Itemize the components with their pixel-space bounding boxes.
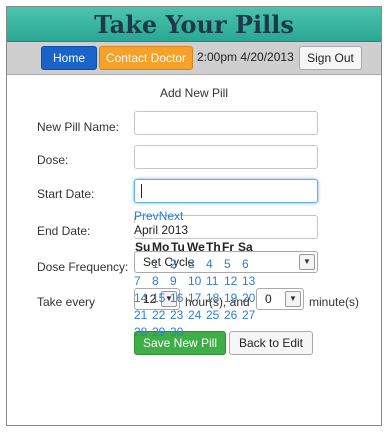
calendar-day[interactable]: 15 [152,291,165,305]
start-date-input[interactable] [134,179,318,203]
app-window: Take Your Pills Home Contact Doctor 2:00… [6,6,382,426]
calendar-next-link[interactable]: Next [159,209,184,223]
take-every-label: Take every [37,295,96,309]
app-title: Take Your Pills [94,10,294,39]
form-heading: Add New Pill [159,86,229,100]
dose-frequency-label: Dose Frequency: [37,260,129,274]
calendar-day[interactable]: 14 [134,291,147,305]
calendar-day[interactable]: 28 [134,325,147,339]
calendar-day[interactable]: 25 [206,308,219,322]
text-caret [141,184,142,198]
calendar-day[interactable]: 29 [152,325,165,339]
title-bar: Take Your Pills [7,7,381,42]
calendar-day[interactable]: 12 [224,274,237,288]
dose-label: Dose: [37,153,69,167]
pill-name-label: New Pill Name: [37,120,120,134]
weekday-label: Fr [222,240,234,254]
home-button[interactable]: Home [41,46,97,70]
dose-frequency-value: Set Cycle [143,255,195,269]
calendar-day[interactable]: 17 [188,291,201,305]
calendar-day[interactable]: 19 [224,291,237,305]
sign-out-button[interactable]: Sign Out [299,46,362,70]
weekday-label: Tu [171,240,185,254]
calendar-day[interactable]: 11 [206,274,218,288]
calendar-day[interactable]: 8 [152,274,159,288]
calendar-day[interactable]: 18 [206,291,219,305]
calendar-day[interactable]: 5 [224,257,231,271]
weekday-label: Sa [238,240,253,254]
calendar-day[interactable]: 24 [188,308,201,322]
current-datetime: 2:00pm 4/20/2013 [197,50,294,64]
calendar-day[interactable]: 16 [170,291,183,305]
pill-name-input[interactable] [134,111,318,135]
calendar-day[interactable]: 23 [170,308,183,322]
calendar-day[interactable]: 4 [206,257,213,271]
calendar-day[interactable]: 3 [188,257,195,271]
calendar-month: April 2013 [134,223,189,237]
weekday-label: Th [206,240,221,254]
calendar-day[interactable]: 9 [170,274,177,288]
nav-bar: Home Contact Doctor 2:00pm 4/20/2013 Sig… [7,42,381,75]
calendar-prev-link[interactable]: Prev [134,209,159,223]
calendar-day[interactable]: 1 [152,257,159,271]
chevron-down-icon: ▼ [285,291,301,307]
minutes-select[interactable]: 0 ▼ [256,288,304,310]
weekday-label: Su [135,240,151,254]
chevron-down-icon: ▼ [299,254,315,270]
calendar-day[interactable]: 30 [170,325,183,339]
calendar-day[interactable]: 7 [134,274,141,288]
calendar-nav: PrevNext [134,209,183,223]
calendar-day[interactable]: 13 [242,274,255,288]
calendar-day[interactable]: 21 [134,308,147,322]
calendar-day[interactable]: 27 [242,308,255,322]
minutes-value: 0 [265,292,272,306]
weekday-label: Mo [152,240,170,254]
calendar-day[interactable]: 20 [242,291,255,305]
calendar-day[interactable]: 6 [242,257,249,271]
weekday-label: We [187,240,205,254]
minutes-unit-label: minute(s) [309,295,360,309]
start-date-label: Start Date: [37,187,95,201]
back-to-edit-button[interactable]: Back to Edit [229,331,313,355]
dose-input[interactable] [134,145,318,169]
contact-doctor-button[interactable]: Contact Doctor [99,46,193,70]
calendar-day[interactable]: 2 [170,257,177,271]
calendar-day[interactable]: 10 [188,274,201,288]
calendar-day[interactable]: 22 [152,308,165,322]
calendar-day[interactable]: 26 [224,308,237,322]
end-date-label: End Date: [37,224,91,238]
